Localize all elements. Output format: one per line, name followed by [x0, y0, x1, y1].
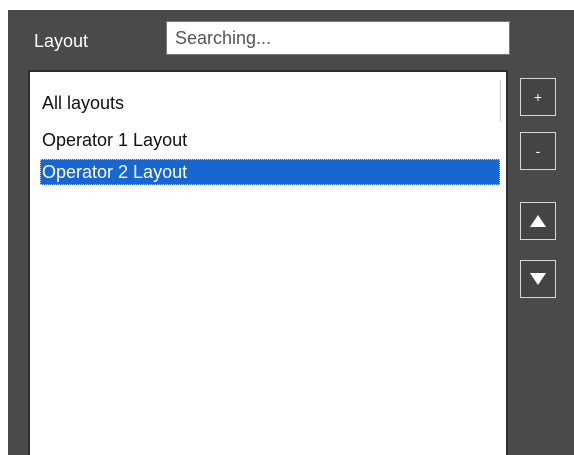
- remove-layout-button[interactable]: -: [520, 132, 556, 170]
- move-down-button[interactable]: [520, 260, 556, 298]
- triangle-up-icon: [530, 215, 546, 227]
- list-item-operator-2-layout[interactable]: Operator 2 Layout: [40, 159, 500, 185]
- list-divider: [500, 80, 501, 122]
- list-item-operator-1-layout[interactable]: Operator 1 Layout: [42, 127, 187, 153]
- triangle-down-icon: [530, 273, 546, 285]
- list-item-all-layouts[interactable]: All layouts: [42, 90, 124, 116]
- search-input[interactable]: [166, 21, 510, 55]
- add-layout-button[interactable]: +: [520, 78, 556, 116]
- layout-label: Layout: [34, 31, 89, 51]
- layout-list[interactable]: All layouts Operator 1 Layout Operator 2…: [28, 70, 508, 455]
- move-up-button[interactable]: [520, 202, 556, 240]
- layout-panel: Layout All layouts Operator 1 Layout Ope…: [8, 10, 574, 455]
- remove-button-label: -: [535, 143, 541, 159]
- add-button-label: +: [533, 89, 543, 105]
